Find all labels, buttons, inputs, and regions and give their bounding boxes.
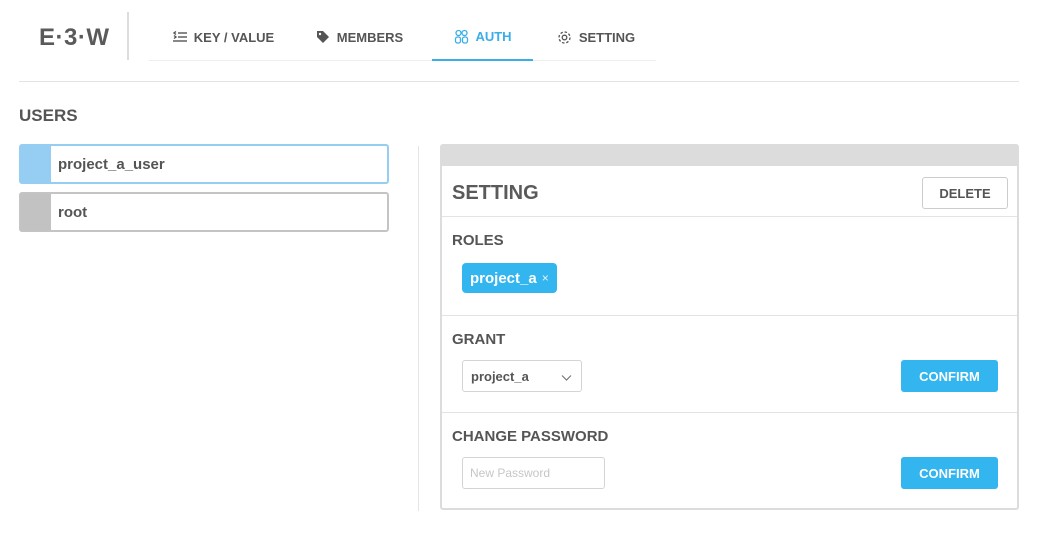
app-root: E·3·W KEY / VALUE MEMBERS AUTH SETTING U… (0, 0, 1041, 554)
column-divider (418, 146, 419, 511)
grant-selected-value: project_a (471, 368, 529, 384)
logo-divider (127, 12, 129, 60)
tab-key-value-label: KEY / VALUE (193, 29, 275, 45)
section-divider (442, 315, 1017, 316)
user-name: root (58, 203, 88, 221)
user-item-project-a-user[interactable]: project_a_user (19, 144, 389, 184)
tab-key-value[interactable]: KEY / VALUE (153, 13, 293, 61)
list-icon (172, 29, 188, 45)
tab-auth-label: AUTH (475, 28, 512, 44)
user-color-swatch (21, 146, 51, 182)
user-color-swatch (21, 194, 51, 230)
app-logo: E·3·W (39, 24, 110, 51)
tab-members[interactable]: MEMBERS (299, 13, 419, 61)
user-name: project_a_user (58, 155, 165, 173)
people-icon (453, 28, 469, 44)
new-password-input[interactable] (462, 457, 605, 489)
user-item-root[interactable]: root (19, 192, 389, 232)
grant-heading: GRANT (452, 331, 506, 348)
tab-setting[interactable]: SETTING (541, 13, 651, 61)
gear-icon (557, 29, 573, 45)
chevron-down-icon (561, 370, 572, 388)
panel-header-bar (442, 146, 1017, 166)
tab-auth[interactable]: AUTH (432, 13, 533, 61)
role-tag-project-a: project_a × (462, 263, 557, 293)
grant-confirm-button[interactable]: CONFIRM (901, 360, 998, 392)
close-icon[interactable]: × (542, 271, 549, 285)
main-nav-tabs: KEY / VALUE MEMBERS AUTH SETTING (149, 13, 656, 61)
role-tag-label: project_a (470, 269, 537, 287)
grant-role-select[interactable]: project_a (462, 360, 582, 392)
setting-panel: SETTING DELETE ROLES project_a × GRANT p… (440, 144, 1019, 510)
tab-members-label: MEMBERS (336, 29, 404, 45)
setting-title: SETTING (452, 182, 539, 204)
delete-button[interactable]: DELETE (922, 177, 1008, 209)
tab-setting-label: SETTING (578, 29, 636, 45)
change-password-heading: CHANGE PASSWORD (452, 428, 609, 445)
password-confirm-button[interactable]: CONFIRM (901, 457, 998, 489)
section-divider (442, 412, 1017, 413)
header-divider (19, 81, 1019, 82)
roles-heading: ROLES (452, 232, 504, 249)
section-divider (442, 216, 1017, 217)
tag-icon (315, 29, 331, 45)
users-heading: USERS (19, 106, 78, 125)
